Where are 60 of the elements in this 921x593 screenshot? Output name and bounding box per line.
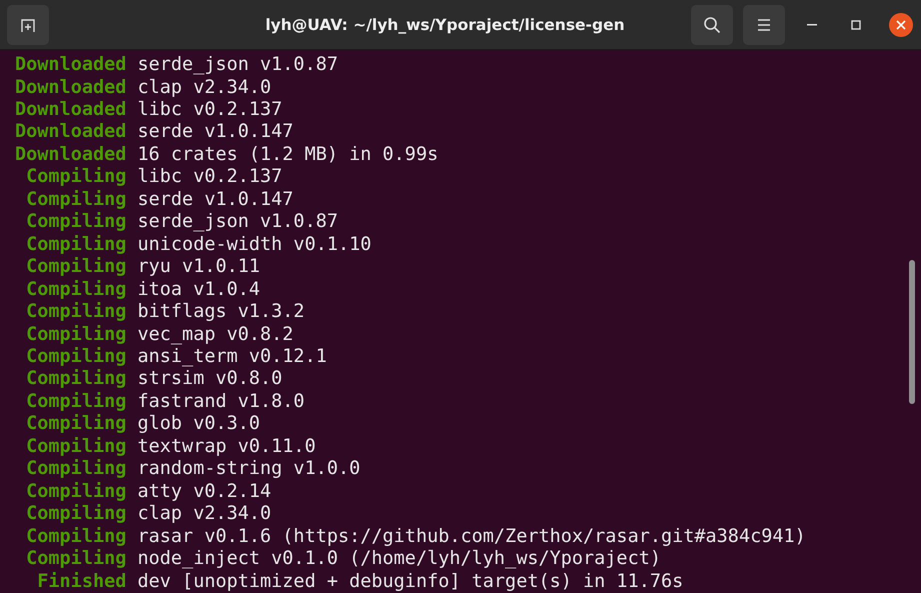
- status-label: Compiling: [25, 368, 126, 391]
- output-text: random-string v1.0.0: [138, 458, 360, 481]
- output-text: strsim v0.8.0: [138, 368, 282, 391]
- minimize-icon: [807, 24, 817, 26]
- status-label: Compiling: [25, 548, 126, 571]
- status-label: Compiling: [25, 526, 126, 548]
- output-text: serde v1.0.147: [138, 121, 294, 144]
- output-text: itoa v1.0.4: [138, 278, 260, 302]
- status-label: Finished: [36, 570, 126, 593]
- search-button[interactable]: [691, 4, 733, 45]
- output-text: clap v2.34.0: [138, 503, 272, 526]
- output-text: 16 crates (1.2 MB) in 0.99s: [138, 144, 438, 166]
- status-label: Compiling: [25, 211, 126, 234]
- output-text: rasar v0.1.6 (https://github.com/Zerthox/rasar.git#a384c941): [138, 526, 806, 548]
- output-text: vec_map v0.8.2: [138, 324, 294, 346]
- scrollbar-thumb[interactable]: [909, 260, 915, 404]
- output-text: serde v1.0.147: [138, 188, 294, 212]
- status-label: Compiling: [25, 503, 126, 526]
- output-text: serde_json v1.0.87: [138, 211, 338, 234]
- output-text: dev [unoptimized + debuginfo] target(s) in 11.76s: [138, 570, 684, 593]
- output-text: serde_json v1.0.87: [138, 54, 338, 77]
- output-text: ansi_term v0.12.1: [138, 346, 327, 368]
- output-text: node_inject v0.1.0 (/home/lyh/lyh_ws/Yporaject): [138, 548, 661, 571]
- status-label: Compiling: [25, 436, 126, 458]
- output-text: glob v0.3.0: [138, 413, 260, 436]
- status-label: Compiling: [25, 413, 126, 436]
- status-label: Compiling: [25, 324, 126, 346]
- status-label: Compiling: [25, 390, 126, 414]
- status-label: Compiling: [25, 256, 126, 279]
- output-text: atty v0.2.14: [138, 480, 272, 504]
- output-text: textwrap v0.11.0: [138, 436, 316, 458]
- status-label: Compiling: [25, 480, 126, 504]
- output-text: libc v0.2.137: [138, 99, 282, 122]
- status-label: Compiling: [25, 458, 126, 481]
- search-icon: [703, 16, 721, 34]
- menu-icon: [757, 18, 771, 31]
- output-text: libc v0.2.137: [138, 166, 282, 189]
- output-text: clap v2.34.0: [138, 76, 272, 100]
- output-text: bitflags v1.3.2: [138, 301, 305, 324]
- menu-button[interactable]: [743, 4, 785, 45]
- new-tab-button[interactable]: [7, 4, 49, 45]
- status-label: Compiling: [25, 278, 126, 302]
- close-button[interactable]: [889, 12, 913, 37]
- close-icon: [896, 20, 906, 30]
- status-label: Downloaded: [15, 99, 126, 122]
- status-label: Downloaded: [15, 54, 126, 77]
- status-label: Compiling: [25, 188, 126, 212]
- window-title: lyh@UAV: ~/lyh_ws/Yporaject/license-gen: [264, 16, 626, 34]
- status-label: Compiling: [25, 166, 126, 189]
- status-label: Downloaded: [15, 144, 126, 166]
- status-label: Compiling: [25, 346, 126, 368]
- status-label: Compiling: [25, 301, 126, 324]
- output-text: fastrand v1.8.0: [138, 390, 305, 414]
- new-tab-icon: [20, 16, 36, 33]
- output-text: ryu v1.0.11: [138, 256, 260, 279]
- status-label: Downloaded: [15, 121, 126, 144]
- status-label: Downloaded: [15, 76, 126, 100]
- output-text: unicode-width v0.1.10: [138, 234, 372, 256]
- status-label: Compiling: [25, 234, 126, 256]
- maximize-icon: [851, 20, 861, 30]
